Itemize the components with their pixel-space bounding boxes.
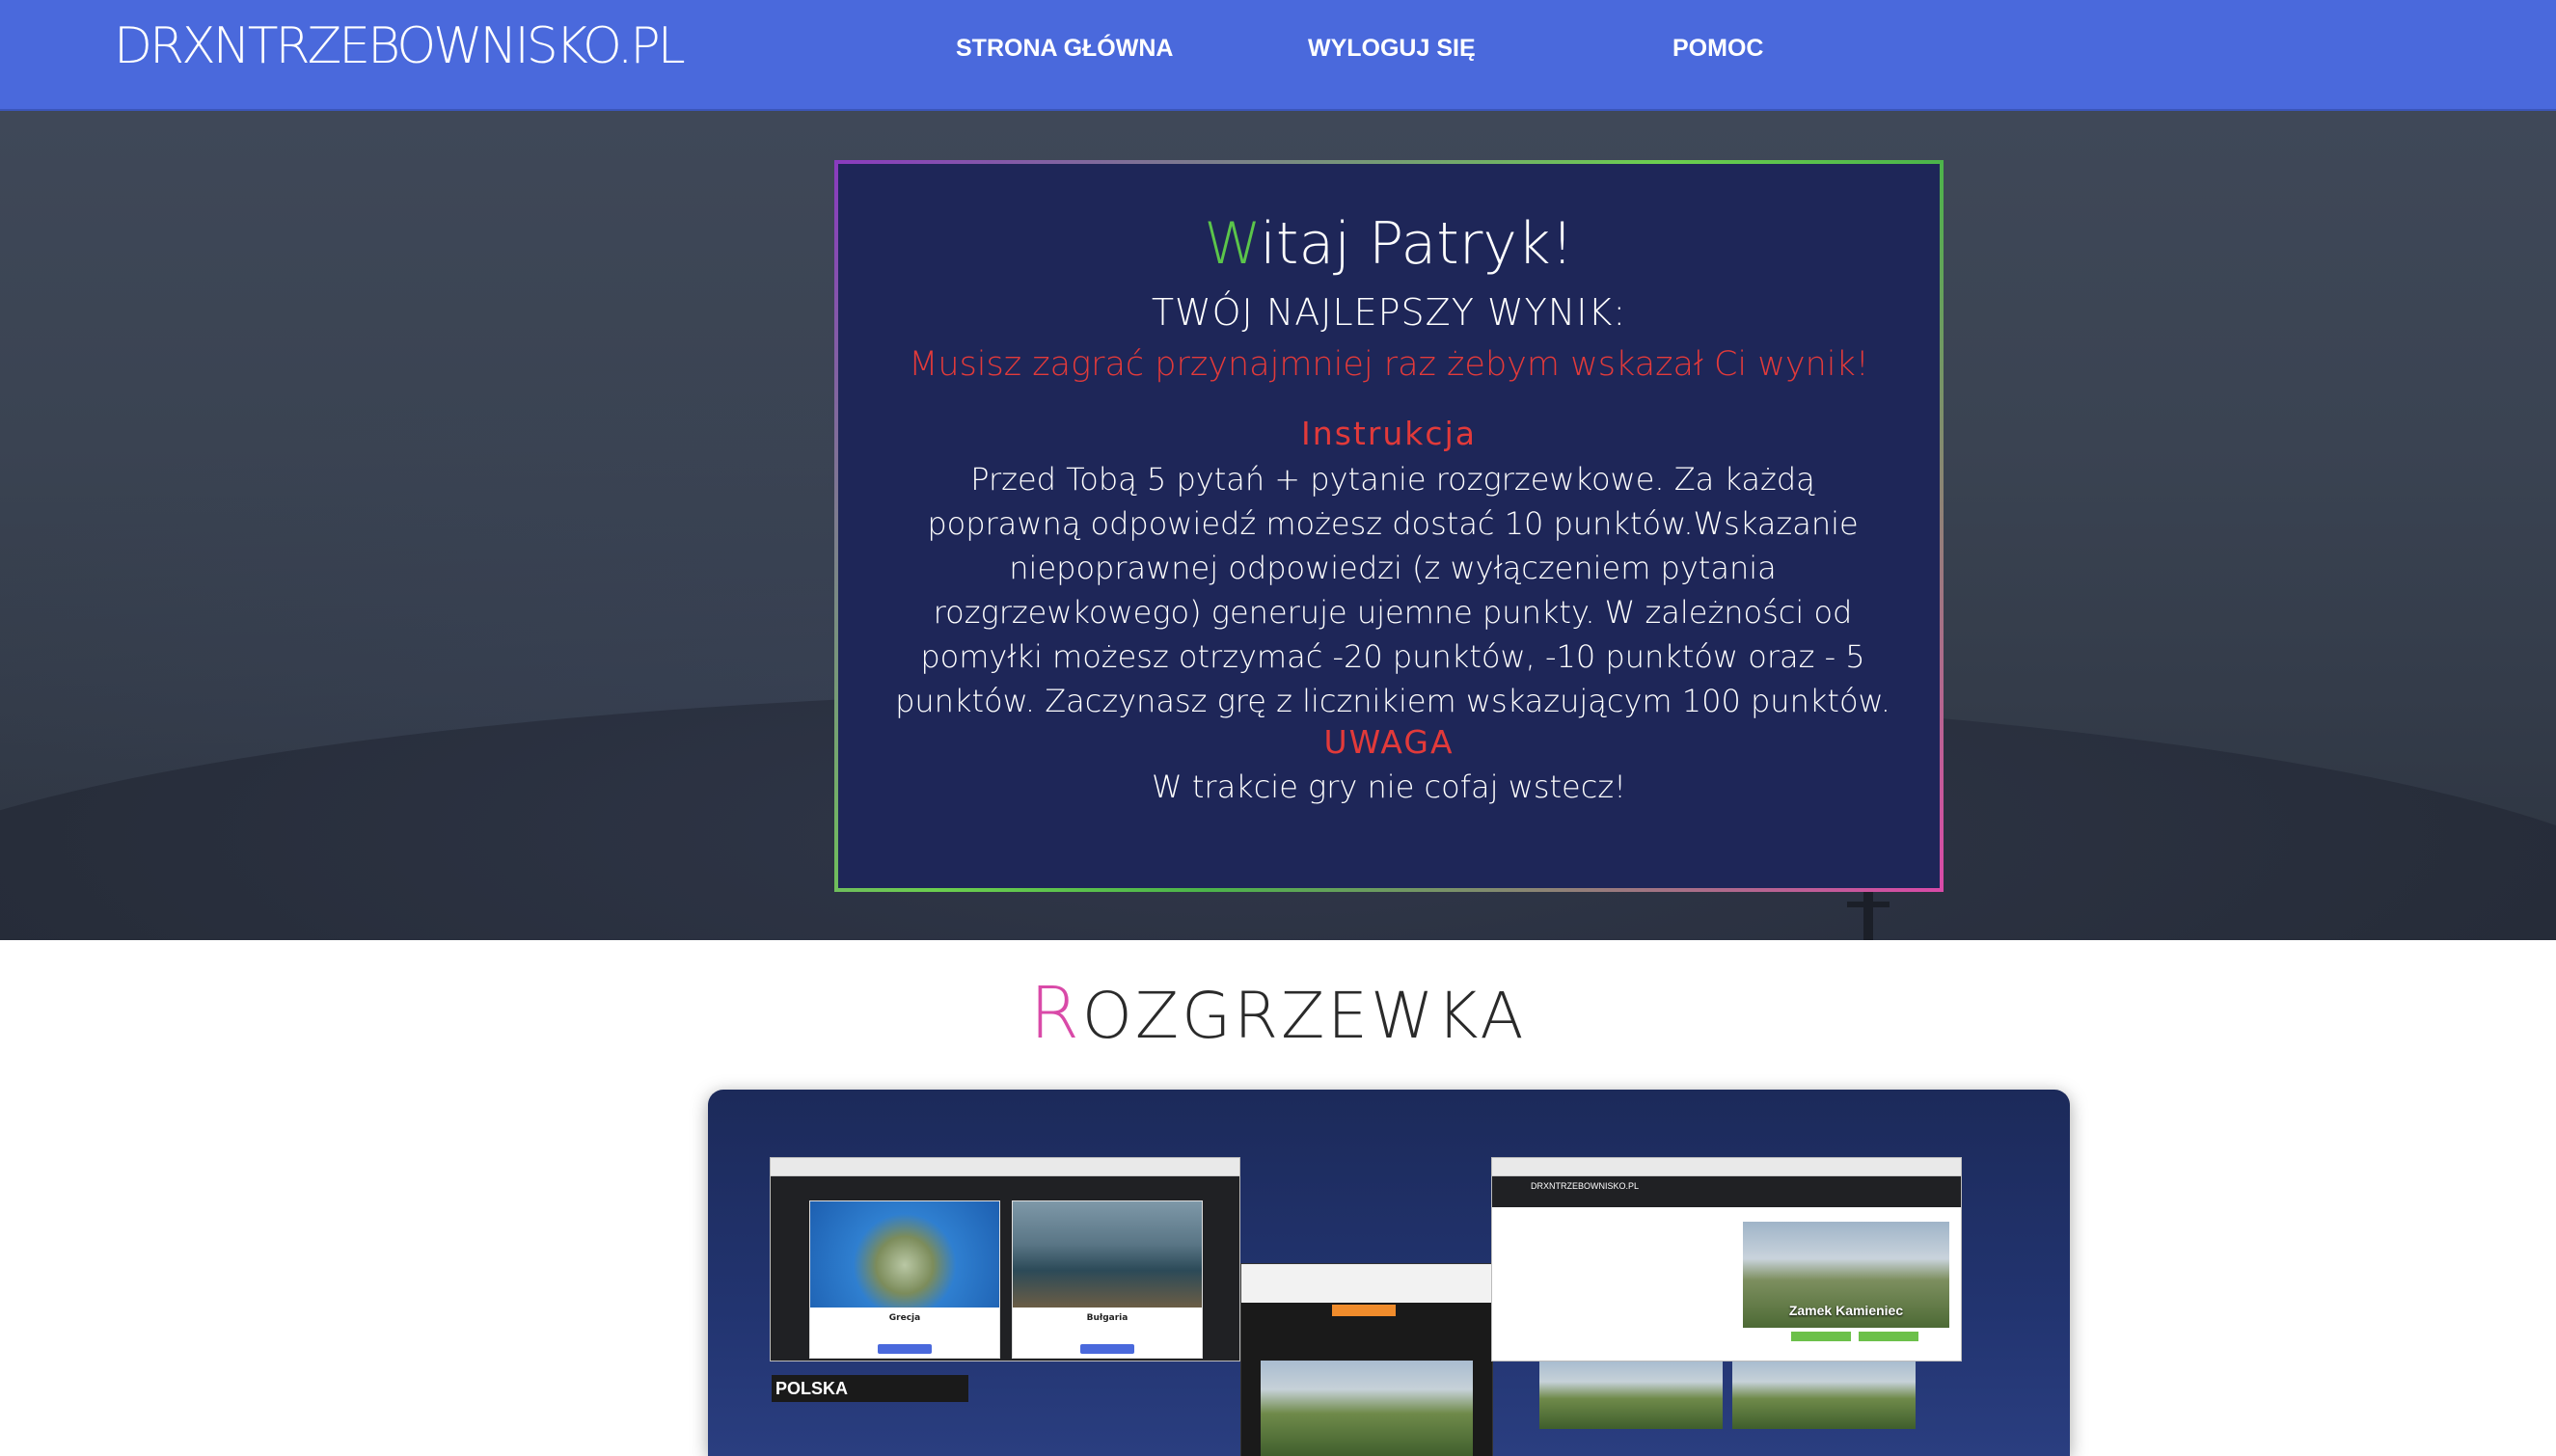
bulgaria-label: Bułgaria — [1086, 1313, 1128, 1323]
middle-orange-button[interactable] — [1332, 1305, 1396, 1316]
warning-heading: UWAGA — [1323, 723, 1455, 761]
browser-bar — [771, 1158, 1239, 1176]
section-title-rest: OZGRZEWKA — [1081, 979, 1527, 1053]
country-card-greece[interactable]: Grecja — [809, 1200, 1000, 1359]
middle-screenshot-header — [1241, 1264, 1492, 1303]
instructions-heading: Instrukcja — [1301, 415, 1477, 452]
section-title-initial: R — [1029, 972, 1082, 1055]
gallery-screenshot-left[interactable]: Grecja Bułgaria — [770, 1157, 1240, 1362]
warning-text: W trakcie gry nie cofaj wstecz! — [1152, 768, 1626, 805]
hero-pole-arm — [1847, 902, 1890, 907]
greece-button[interactable] — [878, 1344, 932, 1354]
nav-help-link[interactable]: POMOC — [1672, 35, 1763, 63]
right-landscape-2 — [1732, 1362, 1916, 1429]
site-logo[interactable]: DRXNTRZEBOWNISKO.PL — [114, 17, 686, 75]
warmup-gallery[interactable]: Grecja Bułgaria POLSKA DRXNTRZEBOWNISKO.… — [708, 1090, 2070, 1456]
right-landscape-1 — [1539, 1362, 1723, 1429]
instructions-text: Przed Tobą 5 pytań + pytanie rozgrzewkow… — [895, 461, 1890, 719]
welcome-title-initial: W — [1204, 210, 1261, 278]
gallery-screenshot-middle[interactable] — [1240, 1263, 1493, 1456]
section-title: ROZGRZEWKA — [0, 972, 2556, 1055]
middle-landscape — [1261, 1361, 1473, 1456]
right-screenshot-logo: DRXNTRZEBOWNISKO.PL — [1531, 1181, 1640, 1191]
bulgaria-button[interactable] — [1080, 1344, 1134, 1354]
country-card-bulgaria[interactable]: Bułgaria — [1012, 1200, 1203, 1359]
green-button-1[interactable] — [1791, 1332, 1851, 1341]
gallery-screenshot-right[interactable]: DRXNTRZEBOWNISKO.PL Zamek Kamieniec — [1491, 1157, 1962, 1362]
greece-label: Grecja — [888, 1313, 921, 1323]
nav-home-link[interactable]: STRONA GŁÓWNA — [956, 35, 1173, 63]
browser-bar-right — [1492, 1158, 1961, 1176]
nav-logout-link[interactable]: WYLOGUJ SIĘ — [1308, 35, 1476, 63]
kamieniec-label: Zamek Kamieniec — [1788, 1303, 1904, 1318]
welcome-title-rest: itaj Patryk! — [1260, 210, 1574, 278]
top-navbar: DRXNTRZEBOWNISKO.PL STRONA GŁÓWNA WYLOGU… — [0, 0, 2556, 111]
greece-image — [810, 1201, 999, 1308]
best-score-label: TWÓJ NAJLEPSZY WYNIK: — [1151, 291, 1627, 334]
polska-label: POLSKA — [772, 1375, 968, 1402]
hero-pole — [1863, 890, 1873, 940]
best-score-message: Musisz zagrać przynajmniej raz żebym wsk… — [909, 345, 1869, 384]
bulgaria-image — [1013, 1201, 1202, 1308]
green-button-2[interactable] — [1859, 1332, 1918, 1341]
welcome-card: Witaj Patryk! TWÓJ NAJLEPSZY WYNIK: Musi… — [834, 160, 1944, 892]
welcome-title: Witaj Patryk! — [838, 210, 1940, 278]
